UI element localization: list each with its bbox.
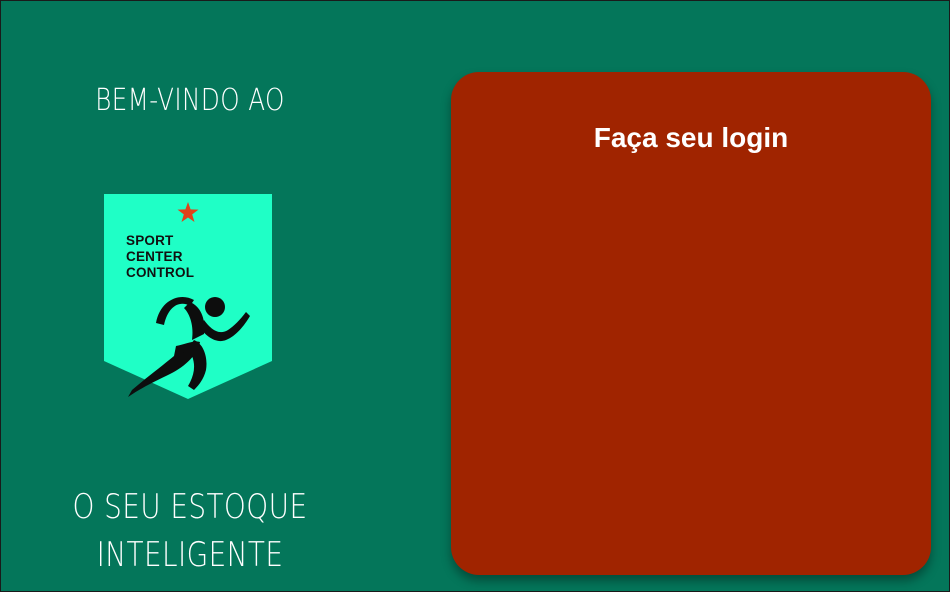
logo-line-center: CENTER	[126, 249, 183, 264]
welcome-heading: BEM-VINDO AO	[95, 83, 285, 118]
logo-line-sport: SPORT	[126, 233, 174, 248]
login-card: Faça seu login	[451, 72, 931, 575]
logo-line-control: CONTROL	[126, 265, 195, 280]
logo-wordmark: SPORT CENTER CONTROL	[126, 233, 194, 281]
tagline-line-1: O SEU ESTOQUE	[72, 487, 308, 527]
login-title: Faça seu login	[593, 122, 789, 153]
tagline-line-2: INTELIGENTE	[96, 535, 284, 575]
logo-badge	[104, 194, 272, 399]
sport-center-control-logo: SPORT CENTER CONTROL	[104, 194, 272, 399]
tagline: O SEU ESTOQUE INTELIGENTE	[68, 483, 312, 579]
